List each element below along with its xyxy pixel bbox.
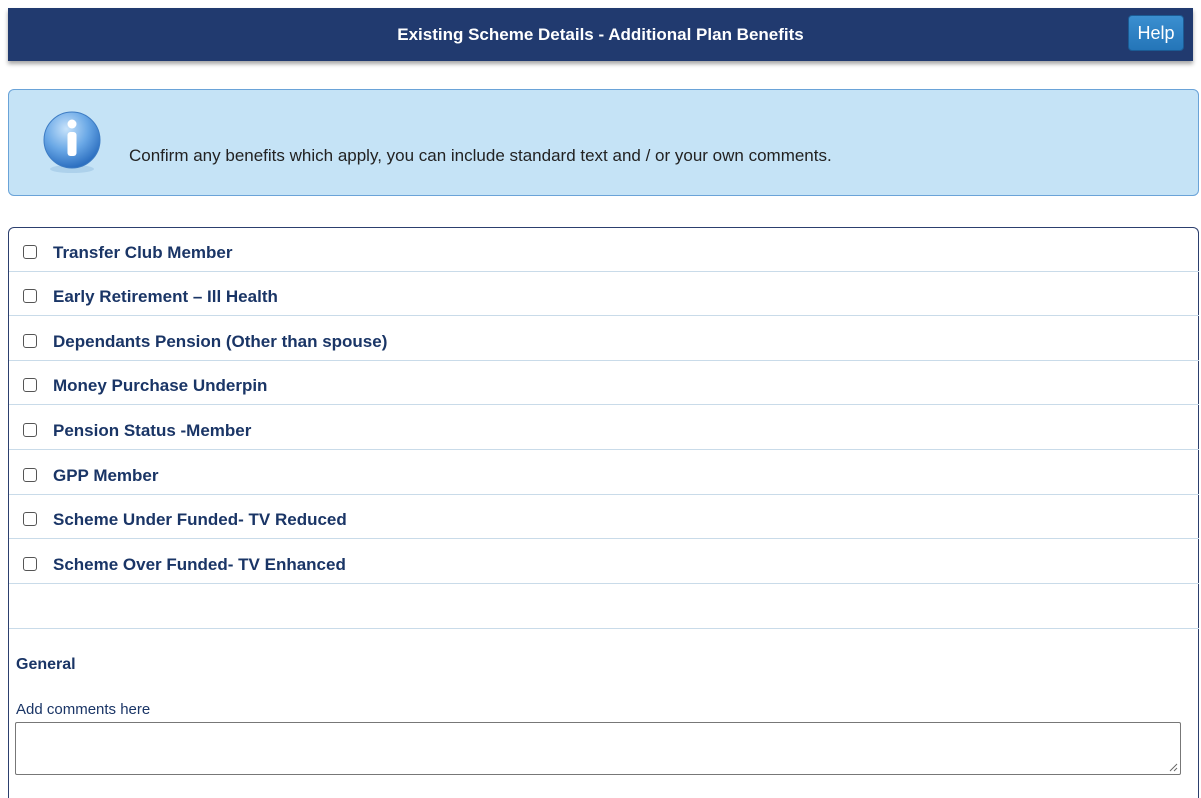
title-bar: Existing Scheme Details - Additional Pla… — [8, 8, 1193, 61]
benefit-checkbox[interactable] — [23, 423, 37, 437]
benefit-row-money-purchase-underpin[interactable]: Money Purchase Underpin — [9, 361, 1199, 405]
benefit-row-transfer-club-member[interactable]: Transfer Club Member — [9, 228, 1199, 272]
benefit-row-scheme-under-funded[interactable]: Scheme Under Funded- TV Reduced — [9, 495, 1199, 539]
empty-row — [9, 584, 1199, 629]
benefit-row-gpp-member[interactable]: GPP Member — [9, 451, 1199, 495]
benefit-label[interactable]: GPP Member — [53, 466, 159, 486]
info-banner: Confirm any benefits which apply, you ca… — [8, 89, 1199, 196]
comments-label: Add comments here — [16, 701, 151, 718]
benefit-label[interactable]: Dependants Pension (Other than spouse) — [53, 332, 387, 352]
benefit-checkbox[interactable] — [23, 468, 37, 482]
info-icon — [43, 111, 101, 173]
benefit-checkbox[interactable] — [23, 512, 37, 526]
benefit-checkbox[interactable] — [23, 245, 37, 259]
benefit-checkbox[interactable] — [23, 334, 37, 348]
benefit-checkbox[interactable] — [23, 289, 37, 303]
benefit-label[interactable]: Scheme Over Funded- TV Enhanced — [53, 555, 346, 575]
resize-grip-icon[interactable] — [1168, 762, 1178, 772]
benefit-label[interactable]: Early Retirement – Ill Health — [53, 287, 278, 307]
benefit-row-dependants-pension[interactable]: Dependants Pension (Other than spouse) — [9, 317, 1199, 361]
page-title: Existing Scheme Details - Additional Pla… — [397, 25, 804, 44]
benefit-label[interactable]: Scheme Under Funded- TV Reduced — [53, 510, 347, 530]
benefit-label[interactable]: Money Purchase Underpin — [53, 376, 267, 396]
benefit-row-scheme-over-funded[interactable]: Scheme Over Funded- TV Enhanced — [9, 540, 1199, 584]
benefit-checkbox[interactable] — [23, 378, 37, 392]
benefits-panel: Transfer Club Member Early Retirement – … — [8, 227, 1199, 798]
general-section-title: General — [16, 656, 76, 673]
benefit-row-pension-status-member[interactable]: Pension Status -Member — [9, 406, 1199, 450]
benefit-label[interactable]: Pension Status -Member — [53, 421, 251, 441]
info-message: Confirm any benefits which apply, you ca… — [129, 146, 832, 165]
benefit-row-early-retirement[interactable]: Early Retirement – Ill Health — [9, 272, 1199, 316]
benefit-label[interactable]: Transfer Club Member — [53, 243, 233, 263]
help-button[interactable]: Help — [1128, 15, 1184, 51]
comments-textarea[interactable] — [15, 722, 1181, 775]
benefit-checkbox[interactable] — [23, 557, 37, 571]
